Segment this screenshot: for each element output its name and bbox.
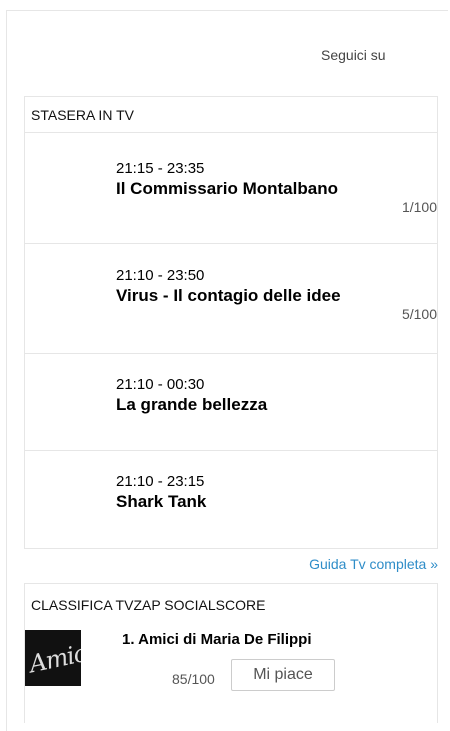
tv-listing-title[interactable]: Virus - Il contagio delle idee	[116, 286, 341, 306]
show-thumbnail[interactable]: Amici	[25, 630, 81, 686]
ranking-item-title[interactable]: 1. Amici di Maria De Filippi	[122, 631, 312, 648]
tv-listing-title[interactable]: La grande bellezza	[116, 395, 267, 415]
tv-listing-item[interactable]: 21:10 - 23:15 Shark Tank	[25, 450, 437, 549]
like-button[interactable]: Mi piace	[231, 659, 335, 691]
follow-us-label: Seguici su	[321, 47, 386, 63]
ranking-heading: CLASSIFICA TVZAP SOCIALSCORE	[31, 597, 266, 613]
socialscore-ranking-panel: CLASSIFICA TVZAP SOCIALSCORE Amici 1. Am…	[24, 583, 438, 723]
tv-listing-title[interactable]: Shark Tank	[116, 492, 206, 512]
full-tv-guide-link[interactable]: Guida Tv completa »	[309, 556, 438, 572]
tv-listing-title[interactable]: Il Commissario Montalbano	[116, 179, 338, 199]
tonight-heading: STASERA IN TV	[31, 107, 134, 123]
tv-listing-time: 21:10 - 23:15	[116, 473, 205, 490]
tv-listing-item[interactable]: 21:10 - 23:50 Virus - Il contagio delle …	[25, 243, 437, 354]
tv-listing-time: 21:10 - 00:30	[116, 376, 205, 393]
tv-listing-time: 21:15 - 23:35	[116, 160, 205, 177]
tv-listing-item[interactable]: 21:15 - 23:35 Il Commissario Montalbano …	[25, 132, 437, 243]
tv-listing-score: 5/100	[401, 306, 437, 322]
tv-listing-score: 1/100	[401, 199, 437, 215]
ranking-item-score: 85/100	[172, 671, 215, 687]
tonight-on-tv-panel: STASERA IN TV 21:15 - 23:35 Il Commissar…	[24, 96, 438, 549]
show-thumbnail-logo-text: Amici	[26, 637, 81, 679]
tv-listing-time: 21:10 - 23:50	[116, 267, 205, 284]
tv-listing-item[interactable]: 21:10 - 00:30 La grande bellezza	[25, 353, 437, 464]
